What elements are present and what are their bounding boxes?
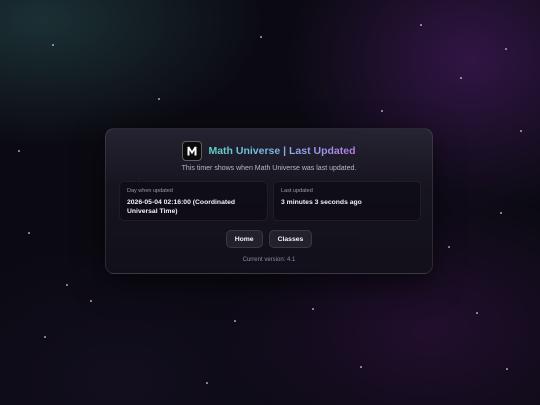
last-updated-value: 3 minutes 3 seconds ago — [281, 199, 362, 206]
last-updated-label: Last updated — [281, 188, 313, 194]
nav-buttons: Home Classes — [106, 230, 432, 248]
classes-button[interactable]: Classes — [268, 230, 313, 248]
day-updated-panel: Day when updated 2026-05-04 02:16:00 (Co… — [119, 181, 268, 221]
page-subtitle: This timer shows when Math Universe was … — [181, 165, 357, 172]
logo-m-glyph — [187, 146, 197, 156]
page-title: Math Universe | Last Updated — [208, 145, 356, 157]
day-updated-value: 2026-05-04 02:16:00 (Coordinated Univers… — [127, 199, 236, 215]
last-updated-card: Math Universe | Last Updated This timer … — [105, 128, 433, 274]
last-updated-panel: Last updated 3 minutes 3 seconds ago — [273, 181, 421, 221]
title-row: Math Universe | Last Updated — [106, 141, 432, 161]
version-text: Current version: 4.1 — [242, 257, 296, 263]
day-updated-label: Day when updated — [127, 188, 173, 194]
home-button[interactable]: Home — [225, 230, 263, 248]
math-universe-logo-icon — [182, 141, 203, 161]
